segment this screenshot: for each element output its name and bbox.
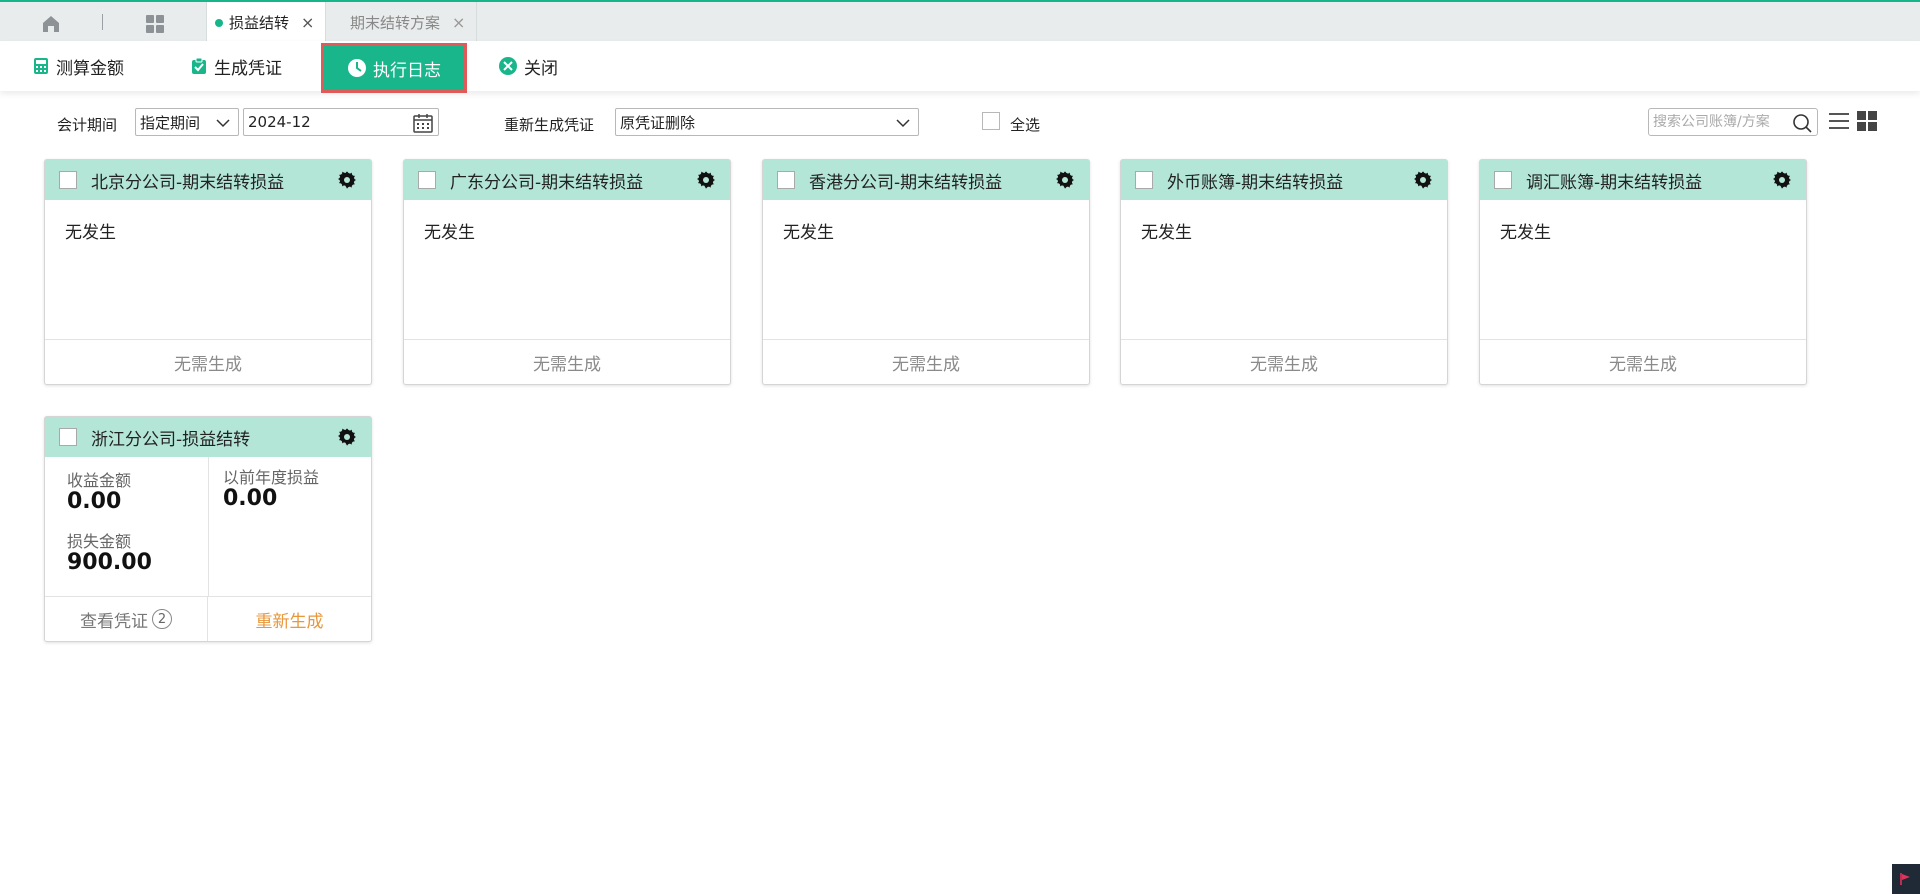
card-footer: 查看凭证 2 重新生成 bbox=[45, 596, 371, 641]
active-dot-icon bbox=[215, 18, 223, 27]
card-checkbox[interactable] bbox=[59, 171, 77, 189]
search-box bbox=[1648, 108, 1818, 136]
apps-grid-icon[interactable] bbox=[138, 10, 172, 38]
period-date-value: 2024-12 bbox=[248, 113, 311, 131]
card-header: 外币账簿-期末结转损益 bbox=[1121, 160, 1447, 200]
gear-icon[interactable] bbox=[337, 170, 357, 190]
card-header: 调汇账簿-期末结转损益 bbox=[1480, 160, 1806, 200]
close-button[interactable]: 关闭 bbox=[498, 41, 558, 91]
card-left-column: 收益金额 0.00 损失金额 900.00 bbox=[45, 457, 209, 597]
calculate-amount-button[interactable]: 测算金额 bbox=[32, 41, 124, 91]
calculate-amount-label: 测算金额 bbox=[56, 58, 124, 79]
card-header: 浙江分公司-损益结转 bbox=[45, 417, 371, 457]
card-footer-action: 无需生成 bbox=[404, 339, 730, 384]
card-status: 无发生 bbox=[783, 223, 834, 243]
card-title: 北京分公司-期末结转损益 bbox=[91, 172, 285, 193]
card-checkbox[interactable] bbox=[777, 171, 795, 189]
voucher-count-badge: 2 bbox=[152, 609, 172, 629]
card-footer-action: 无需生成 bbox=[763, 339, 1089, 384]
scheme-card[interactable]: 香港分公司-期末结转损益 无发生 无需生成 bbox=[762, 159, 1090, 385]
tab-profit-loss-transfer[interactable]: 损益结转 × bbox=[206, 2, 326, 43]
calendar-icon bbox=[413, 114, 433, 133]
loss-value: 900.00 bbox=[67, 550, 152, 575]
gear-icon[interactable] bbox=[337, 427, 357, 447]
card-header: 北京分公司-期末结转损益 bbox=[45, 160, 371, 200]
view-voucher-link[interactable]: 查看凭证 2 bbox=[45, 597, 208, 641]
select-all-checkbox[interactable] bbox=[982, 112, 1000, 130]
chevron-down-icon bbox=[216, 119, 230, 128]
tab-bar: 损益结转 × 期末结转方案 × bbox=[0, 0, 1920, 43]
card-header: 香港分公司-期末结转损益 bbox=[763, 160, 1089, 200]
card-title: 广东分公司-期末结转损益 bbox=[450, 172, 644, 193]
card-title: 外币账簿-期末结转损益 bbox=[1167, 172, 1344, 193]
loss-label: 损失金额 bbox=[67, 532, 132, 551]
gear-icon[interactable] bbox=[1413, 170, 1433, 190]
execution-log-label: 执行日志 bbox=[373, 60, 441, 81]
close-circle-icon bbox=[499, 57, 517, 75]
gear-icon[interactable] bbox=[1055, 170, 1075, 190]
execution-log-button[interactable]: 执行日志 bbox=[321, 43, 467, 93]
regenerate-mode-value: 原凭证删除 bbox=[620, 113, 696, 132]
tab-close-icon[interactable]: × bbox=[301, 13, 314, 32]
scheme-card-detail[interactable]: 浙江分公司-损益结转 收益金额 0.00 损失金额 900.00 以前年度损益 … bbox=[44, 416, 372, 642]
card-right-column: 以前年度损益 0.00 bbox=[209, 457, 373, 597]
select-all-label: 全选 bbox=[1010, 116, 1041, 134]
gear-icon[interactable] bbox=[1772, 170, 1792, 190]
card-status: 无发生 bbox=[1500, 223, 1551, 243]
list-view-icon[interactable] bbox=[1826, 108, 1852, 134]
generate-voucher-label: 生成凭证 bbox=[214, 58, 282, 79]
generate-voucher-button[interactable]: 生成凭证 bbox=[190, 41, 282, 91]
search-icon bbox=[1793, 114, 1812, 133]
tab-label: 损益结转 bbox=[229, 14, 290, 32]
income-label: 收益金额 bbox=[67, 471, 132, 490]
card-footer-action: 无需生成 bbox=[45, 339, 371, 384]
prior-year-label: 以前年度损益 bbox=[223, 468, 320, 487]
home-icon[interactable] bbox=[28, 10, 74, 38]
tab-period-end-scheme[interactable]: 期末结转方案 × bbox=[327, 2, 477, 43]
period-date-input[interactable]: 2024-12 bbox=[243, 108, 439, 136]
card-title: 香港分公司-期末结转损益 bbox=[809, 172, 1003, 193]
period-mode-select[interactable]: 指定期间 bbox=[135, 108, 239, 136]
chevron-down-icon bbox=[896, 119, 910, 128]
prior-year-value: 0.00 bbox=[223, 486, 278, 511]
tab-divider bbox=[102, 14, 103, 30]
scheme-card[interactable]: 调汇账簿-期末结转损益 无发生 无需生成 bbox=[1479, 159, 1807, 385]
regenerate-voucher-label: 重新生成凭证 bbox=[504, 116, 595, 134]
close-label: 关闭 bbox=[524, 58, 558, 79]
search-input[interactable] bbox=[1653, 114, 1791, 130]
income-value: 0.00 bbox=[67, 489, 122, 514]
card-footer-action: 无需生成 bbox=[1480, 339, 1806, 384]
card-checkbox[interactable] bbox=[1135, 171, 1153, 189]
card-checkbox[interactable] bbox=[59, 428, 77, 446]
period-mode-value: 指定期间 bbox=[140, 113, 201, 132]
card-header: 广东分公司-期末结转损益 bbox=[404, 160, 730, 200]
card-status: 无发生 bbox=[65, 223, 116, 243]
view-voucher-label: 查看凭证 bbox=[80, 611, 148, 632]
scheme-card[interactable]: 北京分公司-期末结转损益 无发生 无需生成 bbox=[44, 159, 372, 385]
card-title: 浙江分公司-损益结转 bbox=[91, 429, 251, 450]
gear-icon[interactable] bbox=[696, 170, 716, 190]
regenerate-mode-select[interactable]: 原凭证删除 bbox=[615, 108, 919, 136]
clipboard-icon bbox=[192, 57, 206, 74]
card-footer-action: 无需生成 bbox=[1121, 339, 1447, 384]
scheme-card[interactable]: 广东分公司-期末结转损益 无发生 无需生成 bbox=[403, 159, 731, 385]
scheme-card[interactable]: 外币账簿-期末结转损益 无发生 无需生成 bbox=[1120, 159, 1448, 385]
period-label: 会计期间 bbox=[57, 116, 118, 134]
toolbar: 测算金额 生成凭证 执行日志 关闭 bbox=[0, 41, 1920, 93]
card-status: 无发生 bbox=[1141, 223, 1192, 243]
tab-close-icon[interactable]: × bbox=[452, 13, 465, 32]
regenerate-link[interactable]: 重新生成 bbox=[208, 597, 371, 641]
calculator-icon bbox=[34, 58, 48, 74]
card-checkbox[interactable] bbox=[418, 171, 436, 189]
flag-icon[interactable] bbox=[1892, 864, 1920, 894]
card-checkbox[interactable] bbox=[1494, 171, 1512, 189]
grid-view-icon[interactable] bbox=[1856, 110, 1878, 132]
clock-icon bbox=[348, 59, 366, 77]
tab-label: 期末结转方案 bbox=[350, 14, 441, 32]
card-status: 无发生 bbox=[424, 223, 475, 243]
card-title: 调汇账簿-期末结转损益 bbox=[1526, 172, 1703, 193]
